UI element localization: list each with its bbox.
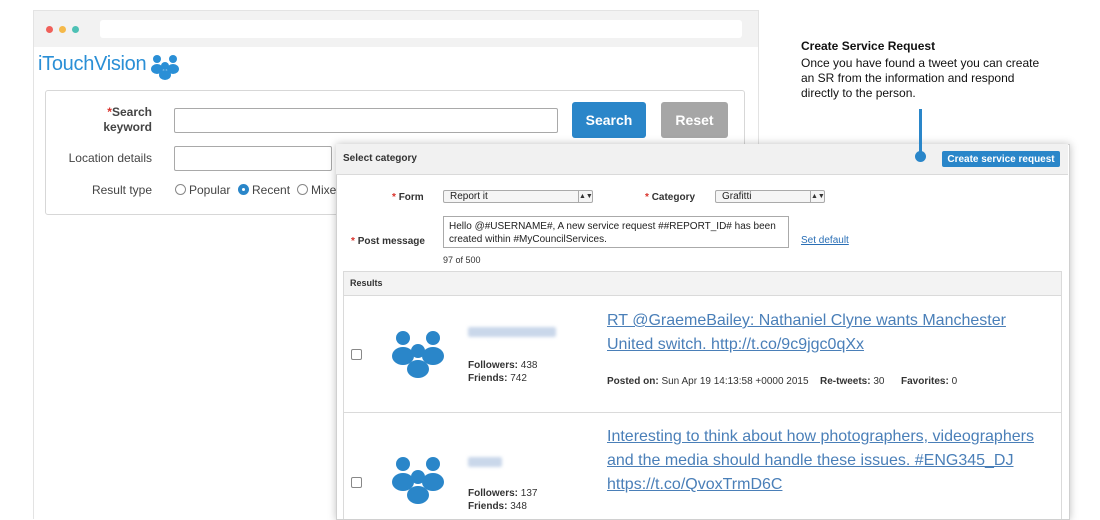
followers-count: Followers: 137 xyxy=(468,488,538,499)
friends-count: Friends: 742 xyxy=(468,373,527,384)
minimize-dot-icon[interactable] xyxy=(59,26,66,33)
radio-recent-label: Recent xyxy=(252,183,291,197)
results-title: Results xyxy=(350,278,383,288)
posted-on: Posted on: Sun Apr 19 14:13:58 +0000 201… xyxy=(607,376,809,387)
category-label: * Category xyxy=(645,192,696,203)
close-dot-icon[interactable] xyxy=(46,26,53,33)
result-checkbox[interactable] xyxy=(351,349,362,360)
location-details-input[interactable] xyxy=(174,146,332,171)
annotation-title: Create Service Request xyxy=(801,39,936,53)
results-header xyxy=(343,271,1062,297)
user-avatar-icon xyxy=(392,457,444,504)
radio-mixed[interactable] xyxy=(297,184,308,195)
annotation-body: Once you have found a tweet you can crea… xyxy=(801,56,1040,100)
dialog-title: Select category xyxy=(343,153,417,164)
set-default-link[interactable]: Set default xyxy=(801,235,849,246)
post-message-label: * Post message xyxy=(351,236,425,247)
search-button[interactable]: Search xyxy=(572,102,646,138)
radio-popular[interactable] xyxy=(175,184,186,195)
username-blurred xyxy=(468,457,502,467)
form-label: * Form xyxy=(392,192,424,203)
retweet-count: Re-tweets: 30 xyxy=(820,376,885,387)
search-keyword-label: *Search keyword xyxy=(103,105,152,134)
browser-chrome xyxy=(34,11,758,47)
tweet-link[interactable]: Interesting to think about how photograp… xyxy=(607,425,1047,497)
friends-count: Friends: 348 xyxy=(468,501,527,512)
result-checkbox[interactable] xyxy=(351,477,362,488)
annotation-pointer-line xyxy=(919,109,922,153)
radio-recent[interactable] xyxy=(238,184,249,195)
favorites-count: Favorites: 0 xyxy=(901,376,958,387)
select-arrows-icon: ▲▼ xyxy=(578,191,593,202)
reset-button[interactable]: Reset xyxy=(661,102,728,138)
search-keyword-input[interactable] xyxy=(174,108,558,133)
location-details-label: Location details xyxy=(68,151,152,165)
username-blurred xyxy=(468,327,556,337)
user-avatar-icon xyxy=(392,331,444,378)
followers-count: Followers: 438 xyxy=(468,360,538,371)
result-type-label: Result type xyxy=(91,183,152,197)
category-select[interactable]: Grafitti ▲▼ xyxy=(715,190,825,203)
app-logo-text: iTouchVision xyxy=(38,53,147,75)
radio-popular-label: Popular xyxy=(189,183,231,197)
create-service-request-button[interactable]: Create service request xyxy=(942,151,1060,167)
char-count: 97 of 500 xyxy=(443,255,481,265)
maximize-dot-icon[interactable] xyxy=(72,26,79,33)
tweet-link[interactable]: RT @GraemeBailey: Nathaniel Clyne wants … xyxy=(607,309,1052,357)
annotation-pointer-dot xyxy=(915,151,926,162)
form-select[interactable]: Report it ▲▼ xyxy=(443,190,593,203)
radio-mixed-label: Mixe xyxy=(311,183,337,197)
select-arrows-icon: ▲▼ xyxy=(810,191,825,202)
post-message-textarea[interactable]: Hello @#USERNAME#, A new service request… xyxy=(443,216,789,248)
people-logo-icon xyxy=(151,55,179,80)
address-bar[interactable] xyxy=(100,20,742,38)
